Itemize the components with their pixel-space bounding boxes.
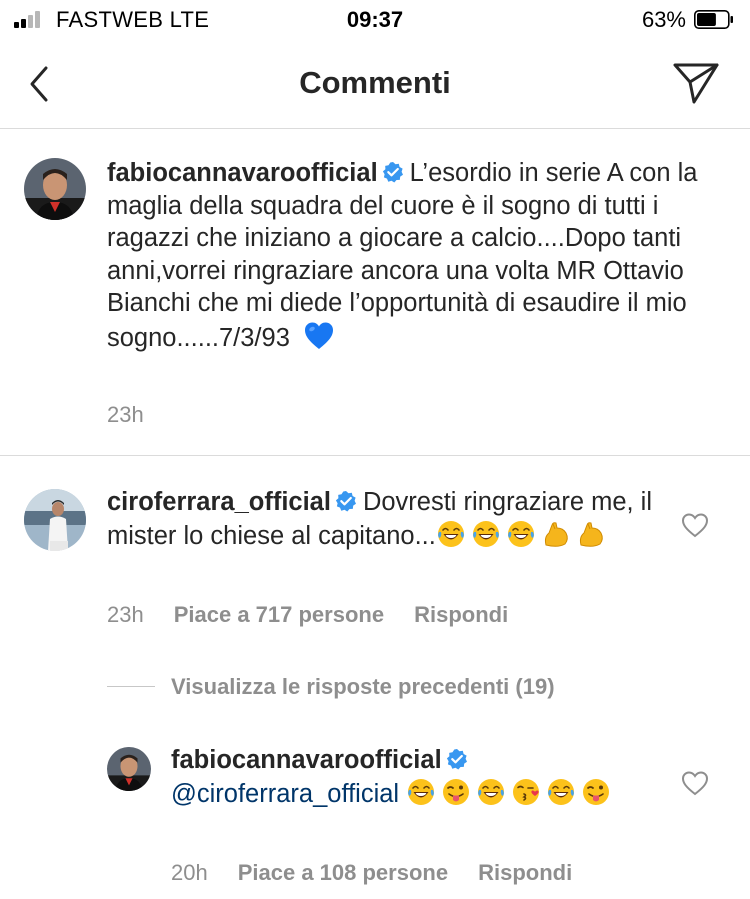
- reply-meta: 20h Piace a 108 persone Rispondi: [171, 860, 602, 886]
- comment-emojis: [436, 520, 611, 550]
- replies-divider: [107, 686, 155, 687]
- battery-icon: [694, 10, 733, 29]
- comment-timestamp: 23h: [107, 602, 144, 627]
- comment-username[interactable]: ciroferrara_official: [107, 488, 331, 516]
- battery-percent: 63%: [641, 7, 686, 32]
- flexed-biceps-emoji-icon: [544, 521, 568, 547]
- laughing-tears-emoji-icon: [472, 520, 499, 547]
- blue-heart-icon: [304, 322, 333, 349]
- caption-username[interactable]: fabiocannavaroofficial: [107, 159, 378, 187]
- post-caption: fabiocannavaroofficial L’esordio in seri…: [0, 129, 750, 456]
- verified-badge-icon: [335, 491, 356, 512]
- reply-emojis: [406, 778, 616, 808]
- comment-likes-link[interactable]: Piace a 717 persone: [174, 602, 384, 627]
- reply-mention-link[interactable]: @ciroferrara_official: [171, 780, 399, 808]
- comment-meta: 23h Piace a 717 persone Rispondi: [107, 602, 538, 628]
- like-heart-icon[interactable]: [681, 770, 709, 796]
- reply-username[interactable]: fabiocannavaroofficial: [171, 746, 442, 774]
- flexed-biceps-emoji-icon: [579, 521, 603, 547]
- reply-timestamp: 20h: [171, 860, 208, 885]
- verified-badge-icon: [382, 162, 403, 183]
- verified-badge-icon: [446, 749, 467, 770]
- direct-share-icon[interactable]: [672, 60, 720, 106]
- page-title: Commenti: [299, 65, 451, 100]
- winking-tongue-emoji-icon: [443, 778, 470, 805]
- kissing-heart-emoji-icon: [513, 778, 540, 805]
- winking-tongue-emoji-icon: [583, 778, 610, 805]
- laughing-tears-emoji-icon: [408, 778, 435, 805]
- like-heart-icon[interactable]: [681, 512, 709, 538]
- comment-text-block: ciroferrara_official Dovresti ringraziar…: [107, 486, 667, 552]
- comment-reply-button[interactable]: Rispondi: [414, 602, 508, 627]
- caption-timestamp: 23h: [107, 402, 144, 427]
- reply-text-block: fabiocannavaroofficial @ciroferrara_offi…: [171, 744, 651, 810]
- avatar[interactable]: [24, 489, 86, 551]
- caption-meta: 23h: [107, 402, 174, 428]
- reply-reply-button[interactable]: Rispondi: [478, 860, 572, 885]
- laughing-tears-emoji-icon: [478, 778, 505, 805]
- reply-likes-link[interactable]: Piace a 108 persone: [238, 860, 448, 885]
- status-bar: FASTWEB LTE 09:37 63%: [0, 0, 750, 40]
- view-previous-replies-link[interactable]: Visualizza le risposte precedenti (19): [171, 674, 555, 700]
- caption-text: L’esordio in serie A con la maglia della…: [107, 159, 698, 352]
- laughing-tears-emoji-icon: [548, 778, 575, 805]
- avatar[interactable]: [24, 158, 86, 220]
- nav-bar: Commenti: [0, 40, 750, 129]
- avatar[interactable]: [107, 747, 151, 791]
- status-time: 09:37: [346, 7, 404, 32]
- laughing-tears-emoji-icon: [437, 520, 464, 547]
- caption-text-block: fabiocannavaroofficial L’esordio in seri…: [107, 157, 727, 354]
- laughing-tears-emoji-icon: [507, 520, 534, 547]
